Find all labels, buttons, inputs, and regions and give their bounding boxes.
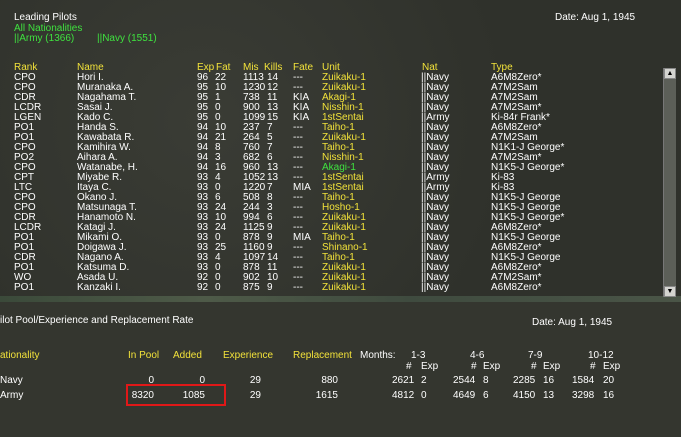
- army-pool-highlight: [126, 384, 226, 406]
- pool-row: Navy 0 0 29 880 2621 2 2544 8 2285 16 1584 20: [0, 376, 660, 386]
- pool-m3e: 16: [543, 375, 555, 386]
- pool-m1e: 0: [421, 390, 427, 401]
- pool-m3n: 2285: [513, 375, 536, 386]
- pilot-rank: PO1: [14, 282, 35, 293]
- pool-m2-num-header: #: [471, 361, 477, 372]
- pool-m4-exp-header: Exp: [603, 361, 621, 372]
- pool-m1n: 4812: [392, 390, 415, 401]
- pool-experience: 29: [249, 375, 261, 386]
- pilot-mis: 875: [243, 282, 260, 293]
- pool-row: Army 8320 1085 29 1615 4812 0 4649 6 4150 13 3298 16: [0, 391, 660, 401]
- pool-col-nationality: ationality: [0, 350, 40, 361]
- pool-m4-num-header: #: [590, 361, 596, 372]
- pilot-type: A6M8Zero*: [491, 282, 542, 293]
- pool-nat: Navy: [0, 375, 23, 386]
- pool-m1e: 2: [421, 375, 427, 386]
- army-filter[interactable]: ||Army (1366): [14, 34, 74, 44]
- pool-col-experience: Experience: [223, 350, 274, 361]
- pool-m3e: 13: [543, 390, 555, 401]
- pool-replacement: 1615: [315, 390, 338, 401]
- pool-m4n: 1584: [572, 375, 595, 386]
- pool-m2e: 8: [483, 375, 489, 386]
- pool-col-months: Months:: [360, 350, 396, 361]
- pool-col-in-pool: In Pool: [128, 350, 160, 361]
- pool-col-m1: 1-3: [411, 350, 426, 361]
- pilot-exp: 92: [197, 282, 209, 293]
- pool-col-m4: 10-12: [588, 350, 614, 361]
- pool-nat: Army: [0, 390, 24, 401]
- pilot-list-scrollbar[interactable]: ▲ ▼: [663, 68, 676, 297]
- pool-m1-exp-header: Exp: [421, 361, 439, 372]
- pilot-fat: 0: [215, 282, 221, 293]
- pool-m4e: 20: [603, 375, 615, 386]
- pilot-name[interactable]: Kanzaki I.: [77, 283, 121, 293]
- pool-m2e: 6: [483, 390, 489, 401]
- pool-col-added: Added: [173, 350, 202, 361]
- header-date: Date: Aug 1, 1945: [555, 12, 636, 23]
- pool-m1-num-header: #: [406, 361, 412, 372]
- pool-replacement: 880: [321, 375, 338, 386]
- scroll-up-icon[interactable]: ▲: [664, 68, 676, 79]
- pilot-nat: ||Navy: [421, 282, 449, 293]
- pool-m3-exp-header: Exp: [543, 361, 561, 372]
- pool-m3-num-header: #: [531, 361, 537, 372]
- pool-title: ilot Pool/Experience and Replacement Rat…: [0, 315, 194, 326]
- pilot-row[interactable]: PO1 Kanzaki I. 92 0 875 9 --- Zuikaku-1 ||Navy A6…: [0, 283, 660, 293]
- pool-experience: 29: [249, 390, 261, 401]
- navy-filter[interactable]: ||Navy (1551): [97, 34, 157, 44]
- pool-m4e: 16: [603, 390, 615, 401]
- pilot-kills: 9: [267, 282, 273, 293]
- pool-col-replacement: Replacement: [293, 350, 352, 361]
- pool-m4n: 3298: [572, 390, 595, 401]
- panel-title: Leading Pilots: [14, 12, 77, 23]
- pilot-unit[interactable]: Zuikaku-1: [322, 283, 366, 293]
- pool-m2n: 4649: [453, 390, 476, 401]
- scroll-down-icon[interactable]: ▼: [664, 286, 676, 297]
- pool-m2n: 2544: [453, 375, 476, 386]
- pilot-fate: ---: [293, 282, 303, 293]
- pool-m3n: 4150: [513, 390, 536, 401]
- pool-date: Date: Aug 1, 1945: [532, 317, 613, 328]
- pool-col-m2: 4-6: [470, 350, 485, 361]
- pool-m1n: 2621: [392, 375, 415, 386]
- pool-m2-exp-header: Exp: [483, 361, 501, 372]
- pool-col-m3: 7-9: [528, 350, 543, 361]
